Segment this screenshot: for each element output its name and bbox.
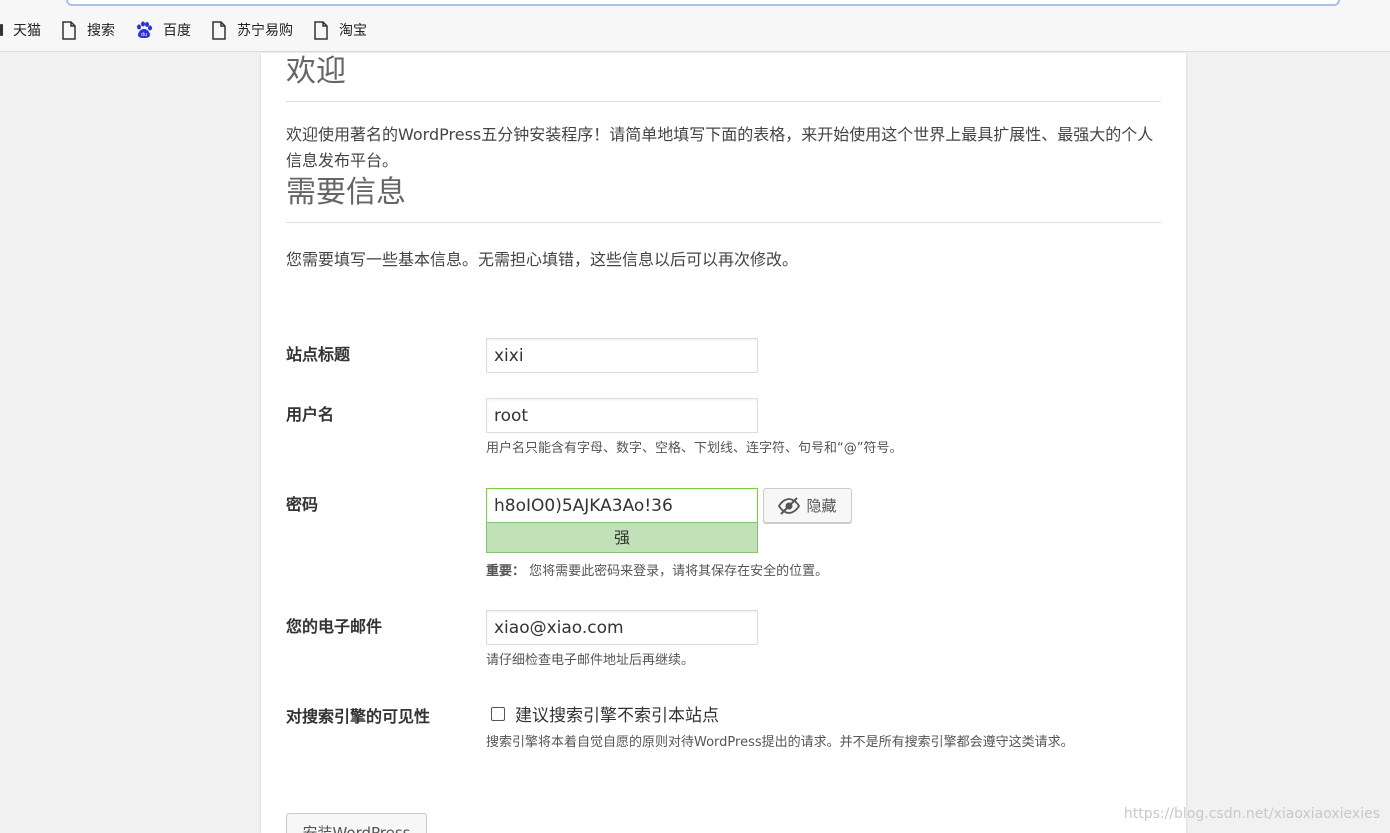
hide-password-button[interactable]: 隐藏 xyxy=(763,488,852,523)
site-title-input[interactable] xyxy=(486,338,758,373)
password-input[interactable] xyxy=(486,488,758,522)
visibility-label: 对搜索引擎的可见性 xyxy=(286,707,431,726)
page-icon xyxy=(314,20,328,40)
visibility-checkbox-line[interactable]: 建议搜索引擎不索引本站点 xyxy=(486,701,1136,726)
hide-button-label: 隐藏 xyxy=(806,497,837,515)
watermark: https://blog.csdn.net/xiaoxiaoxiexies xyxy=(1123,806,1380,822)
no-index-checkbox[interactable] xyxy=(491,706,505,721)
svg-text:du: du xyxy=(141,32,147,38)
bookmark-label: 天猫 xyxy=(13,23,41,39)
page-icon xyxy=(212,20,226,40)
browser-bookmark-bar: 天猫 搜索 du 百度 苏宁易购 淘宝 xyxy=(0,0,1390,52)
visibility-field: 建议搜索引擎不索引本站点 搜索引擎将本着自觉自愿的原则对待WordPress提出… xyxy=(486,701,1136,754)
password-label: 密码 xyxy=(286,495,319,514)
bookmarks-list: 天猫 搜索 du 百度 苏宁易购 淘宝 xyxy=(0,18,387,42)
eye-slash-icon xyxy=(778,496,801,515)
bookmark-label: 苏宁易购 xyxy=(237,23,293,39)
page-icon xyxy=(0,24,3,36)
email-hint: 请仔细检查电子邮件地址后再继续。 xyxy=(486,653,695,668)
password-strength-meter: 强 xyxy=(486,522,758,553)
email-label: 您的电子邮件 xyxy=(286,617,383,636)
visibility-hint: 搜索引擎将本着自觉自愿的原则对待WordPress提出的请求。并不是所有搜索引擎… xyxy=(486,735,1074,750)
welcome-intro: 欢迎使用著名的WordPress五分钟安装程序！请简单地填写下面的表格，来开始使… xyxy=(286,125,1154,170)
password-important-note: 重要： 您将需要此密码来登录，请将其保存在安全的位置。 xyxy=(486,561,1136,583)
email-input[interactable] xyxy=(486,610,758,645)
info-description: 您需要填写一些基本信息。无需担心填错，这些信息以后可以再次修改。 xyxy=(286,250,799,269)
username-hint: 用户名只能含有字母、数字、空格、下划线、连字符、句号和“@”符号。 xyxy=(486,441,903,456)
bookmark-baidu[interactable]: du 百度 xyxy=(135,20,191,40)
bookmark-search[interactable]: 搜索 xyxy=(61,20,115,40)
important-text: 您将需要此密码来登录，请将其保存在安全的位置。 xyxy=(529,564,829,579)
bookmark-label: 淘宝 xyxy=(339,23,367,39)
bookmark-label: 百度 xyxy=(163,23,191,39)
important-label: 重要： xyxy=(486,564,526,579)
info-heading: 需要信息 xyxy=(286,174,1161,223)
email-field: 请仔细检查电子邮件地址后再继续。 xyxy=(486,610,1136,672)
address-bar[interactable] xyxy=(66,0,1340,6)
checkbox-label: 建议搜索引擎不索引本站点 xyxy=(515,706,719,726)
install-wordpress-button[interactable]: 安装WordPress xyxy=(286,813,427,833)
username-label: 用户名 xyxy=(286,405,335,424)
site-title-label: 站点标题 xyxy=(286,345,351,364)
bookmark-taobao[interactable]: 淘宝 xyxy=(313,20,367,40)
page-icon xyxy=(62,20,76,40)
welcome-heading: 欢迎 xyxy=(286,53,1161,102)
username-input[interactable] xyxy=(486,398,758,433)
install-card: 欢迎 欢迎使用著名的WordPress五分钟安装程序！请简单地填写下面的表格，来… xyxy=(261,53,1186,833)
baidu-paw-icon: du xyxy=(137,21,152,38)
bookmark-label: 搜索 xyxy=(87,23,115,39)
site-title-field xyxy=(486,338,758,373)
username-field: 用户名只能含有字母、数字、空格、下划线、连字符、句号和“@”符号。 xyxy=(486,398,1136,460)
bookmark-suning[interactable]: 苏宁易购 xyxy=(211,20,293,40)
bookmark-tmall[interactable]: 天猫 xyxy=(0,20,41,40)
password-field: 强 重要： 您将需要此密码来登录，请将其保存在安全的位置。 隐藏 xyxy=(486,488,1136,583)
